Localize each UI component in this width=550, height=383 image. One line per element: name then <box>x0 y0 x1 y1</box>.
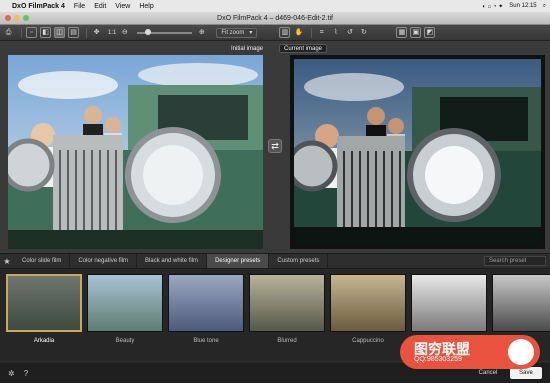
preset-tab-bar: ★ Color slide film Color negative film B… <box>0 253 550 269</box>
view-single-icon[interactable]: ▫ <box>26 27 37 38</box>
favorites-star-icon[interactable]: ★ <box>0 257 14 266</box>
watermark-subtitle: QQ:985303259 <box>414 355 462 363</box>
zoom-out-icon[interactable]: ⊖ <box>119 27 130 38</box>
tab-color-slide-film[interactable]: Color slide film <box>14 254 71 268</box>
initial-image[interactable] <box>8 55 263 249</box>
grid-icon[interactable]: ▦ <box>396 27 408 38</box>
search-icon[interactable]: ⌕ <box>543 3 546 10</box>
view-side-by-side-icon[interactable]: ◫ <box>54 27 65 38</box>
histogram-icon[interactable]: ▥ <box>279 27 291 38</box>
status-icons: ◐ ⌂ ◔ ✦ <box>482 3 504 10</box>
zoom-slider-handle[interactable] <box>144 28 151 35</box>
zoom-icon[interactable] <box>23 15 29 21</box>
zoom-in-icon[interactable]: ⊕ <box>196 27 207 38</box>
view-split-icon[interactable]: ◧ <box>40 27 51 38</box>
chevron-down-icon: ▾ <box>249 30 253 36</box>
menu-view[interactable]: View <box>115 3 130 10</box>
window-titlebar: DxO FilmPack 4 – d469-046-Edit-2.tif <box>0 12 550 25</box>
menu-file[interactable]: File <box>74 3 85 10</box>
tab-color-negative-film[interactable]: Color negative film <box>70 254 138 268</box>
preset-thumb-beauty[interactable]: Beauty <box>87 274 163 354</box>
move-icon[interactable]: ✥ <box>91 27 102 38</box>
preset-thumb-blue-tone[interactable]: Blue tone <box>168 274 244 354</box>
menu-bar: DxO FilmPack 4 File Edit View Help ◐ ⌂ ◔… <box>0 0 550 12</box>
current-image[interactable] <box>290 55 545 249</box>
print-icon[interactable]: ⎙ <box>3 27 14 38</box>
preset-thumb-arkadia[interactable]: Arkadia <box>6 274 82 354</box>
window-title: DxO FilmPack 4 – d469-046-Edit-2.tif <box>217 14 333 22</box>
preset-thumb-cappuccino[interactable]: Cappuccino <box>330 274 406 354</box>
tab-designer-presets[interactable]: Designer presets <box>207 254 270 268</box>
rotate-right-icon[interactable]: ↻ <box>358 27 369 38</box>
preset-thumb-blurred[interactable]: Blurred <box>249 274 325 354</box>
watermark-badge: 图穷联盟 QQ:985303259 <box>400 335 540 369</box>
rotate-left-icon[interactable]: ↺ <box>344 27 355 38</box>
fullscreen-icon[interactable]: ▣ <box>410 27 422 38</box>
menu-help[interactable]: Help <box>139 3 153 10</box>
current-image-label: Current image <box>279 44 328 53</box>
watermark-title: 图穷联盟 <box>414 340 470 357</box>
palette-icon[interactable]: ◩ <box>424 27 436 38</box>
initial-image-label: Initial image <box>231 45 264 52</box>
tab-custom-presets[interactable]: Custom presets <box>269 254 329 268</box>
search-preset-input[interactable]: Search preset <box>484 256 546 266</box>
zoom-slider[interactable] <box>137 28 193 35</box>
fit-zoom-dropdown[interactable]: Fit zoom ▾ <box>216 27 258 38</box>
swap-images-icon[interactable]: ⇄ <box>268 139 282 153</box>
minimize-icon[interactable] <box>14 15 20 21</box>
image-viewer: Initial image Current image ⇄ <box>0 41 550 253</box>
menu-app[interactable]: DxO FilmPack 4 <box>12 3 65 10</box>
tab-black-and-white-film[interactable]: Black and white film <box>137 254 208 268</box>
view-compare-icon[interactable]: ▤ <box>68 27 79 38</box>
zoom-1to1-label[interactable]: 1:1 <box>108 30 116 36</box>
hand-icon[interactable]: ✋ <box>293 27 304 38</box>
clock[interactable]: Sun 12:15 <box>509 3 536 9</box>
settings-gear-icon[interactable]: ✲ <box>8 369 15 378</box>
crop-icon[interactable]: ⌗ <box>316 27 327 38</box>
help-icon[interactable]: ? <box>24 369 28 378</box>
straighten-icon[interactable]: ⌇ <box>330 27 341 38</box>
menu-edit[interactable]: Edit <box>94 3 106 10</box>
close-icon[interactable] <box>5 15 11 21</box>
toolbar: ⎙ ▫ ◧ ◫ ▤ ✥ 1:1 ⊖ ⊕ Fit zoom ▾ ▥ ✋ ⌗ ⌇ ↺ … <box>0 25 550 41</box>
watermark-logo-icon <box>508 339 534 365</box>
